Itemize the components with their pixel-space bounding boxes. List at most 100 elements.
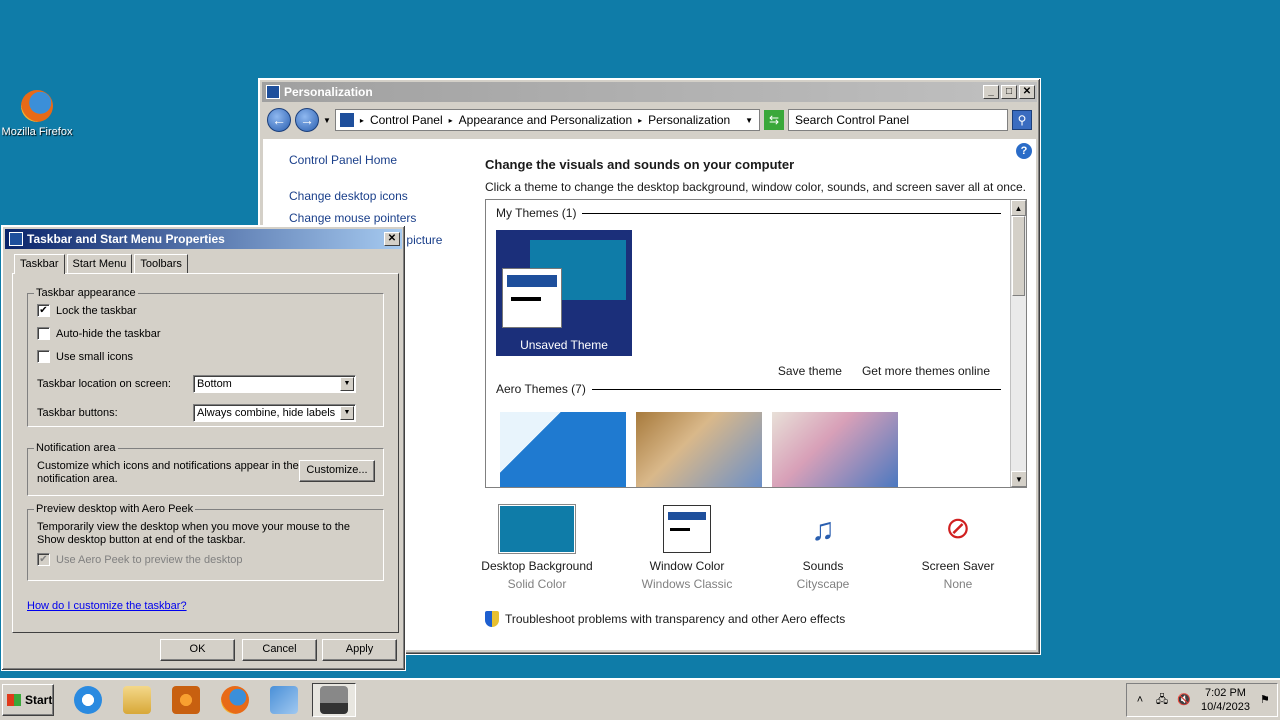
system-tray: ˄ 🖧 🔇 7:02 PM 10/4/2023 ⚑: [1126, 683, 1278, 717]
control-panel-icon: [270, 686, 298, 714]
personalization-titlebar[interactable]: Personalization _ □ ✕: [262, 82, 1037, 102]
save-theme-link[interactable]: Save theme: [778, 364, 842, 378]
sounds-item[interactable]: ♫ Sounds Cityscape: [757, 505, 889, 591]
buttons-select[interactable]: Always combine, hide labels ▼: [193, 404, 356, 422]
screen-saver-item[interactable]: ⊘ Screen Saver None: [892, 505, 1024, 591]
theme-list: My Themes (1) Unsaved Theme Save theme G…: [485, 199, 1027, 488]
tab-taskbar[interactable]: Taskbar: [14, 254, 65, 274]
maximize-button[interactable]: □: [1001, 85, 1017, 99]
close-button[interactable]: ✕: [1019, 85, 1035, 99]
close-button[interactable]: ✕: [384, 232, 400, 246]
desktop-background-icon: [498, 504, 576, 554]
buttons-label: Taskbar buttons:: [37, 407, 118, 419]
taskbar-app-ie[interactable]: [66, 683, 110, 717]
window-title: Personalization: [284, 85, 373, 99]
clock[interactable]: 7:02 PM 10/4/2023: [1201, 686, 1250, 714]
scrollbar-thumb[interactable]: [1012, 216, 1025, 296]
address-dropdown-icon[interactable]: ▼: [745, 116, 753, 125]
chevron-right-icon[interactable]: ▸: [638, 116, 642, 125]
start-label: Start: [25, 693, 53, 707]
forward-button[interactable]: →: [295, 108, 319, 132]
theme-list-scrollbar[interactable]: ▲ ▼: [1010, 200, 1026, 487]
breadcrumb-item[interactable]: Personalization: [648, 113, 730, 127]
autohide-label: Auto-hide the taskbar: [56, 327, 161, 340]
taskbar-properties-dialog: Taskbar and Start Menu Properties ✕ Task…: [1, 225, 406, 671]
minimize-button[interactable]: _: [983, 85, 999, 99]
chevron-right-icon[interactable]: ▸: [449, 116, 453, 125]
chevron-right-icon[interactable]: ▸: [360, 116, 364, 125]
breadcrumb-item[interactable]: Control Panel: [370, 113, 443, 127]
tab-start-menu[interactable]: Start Menu: [66, 254, 133, 274]
autohide-row[interactable]: Auto-hide the taskbar: [37, 327, 161, 340]
tab-toolbars[interactable]: Toolbars: [134, 254, 188, 274]
customize-button[interactable]: Customize...: [299, 460, 375, 482]
dialog-titlebar[interactable]: Taskbar and Start Menu Properties ✕: [5, 229, 402, 249]
get-more-themes-link[interactable]: Get more themes online: [862, 364, 990, 378]
personalization-window-icon: [266, 85, 280, 99]
location-select[interactable]: Bottom ▼: [193, 375, 356, 393]
desktop-icon-firefox[interactable]: Mozilla Firefox: [0, 90, 74, 138]
troubleshoot-link-row[interactable]: Troubleshoot problems with transparency …: [485, 611, 845, 627]
start-button[interactable]: Start: [2, 684, 54, 716]
taskbar-app-media-player[interactable]: [164, 683, 208, 717]
action-center-icon[interactable]: ⚑: [1258, 693, 1272, 707]
window-color-item[interactable]: Window Color Windows Classic: [621, 505, 753, 591]
search-input[interactable]: Search Control Panel: [788, 109, 1008, 131]
aero-peek-checkbox: ✔: [37, 553, 50, 566]
control-panel-home-link[interactable]: Control Panel Home: [289, 153, 442, 167]
taskbar-appearance-legend: Taskbar appearance: [36, 287, 136, 299]
taskbar-app-explorer[interactable]: [115, 683, 159, 717]
shield-icon: [485, 611, 499, 627]
troubleshoot-link[interactable]: Troubleshoot problems with transparency …: [505, 612, 845, 626]
sounds-label: Sounds: [802, 559, 844, 573]
taskbar-properties-icon: [320, 686, 348, 714]
chevron-up-icon[interactable]: ˄: [1133, 693, 1147, 707]
search-icon[interactable]: ⚲: [1012, 110, 1032, 130]
page-title: Change the visuals and sounds on your co…: [485, 157, 795, 172]
back-button[interactable]: ←: [267, 108, 291, 132]
autohide-checkbox[interactable]: [37, 327, 50, 340]
breadcrumb-item[interactable]: Appearance and Personalization: [459, 113, 632, 127]
chevron-down-icon[interactable]: ▼: [340, 377, 354, 391]
scroll-down-icon[interactable]: ▼: [1011, 471, 1026, 487]
change-mouse-pointers-link[interactable]: Change mouse pointers: [289, 211, 442, 225]
refresh-icon[interactable]: ⇆: [764, 110, 784, 130]
control-panel-icon: [339, 113, 354, 127]
clock-date: 10/4/2023: [1201, 701, 1250, 713]
lock-taskbar-row[interactable]: ✔ Lock the taskbar: [37, 304, 137, 317]
taskbar-app-taskbar-properties[interactable]: [312, 683, 356, 717]
taskbar-app-firefox[interactable]: [213, 683, 257, 717]
volume-muted-icon[interactable]: 🔇: [1177, 693, 1191, 707]
clock-time: 7:02 PM: [1204, 687, 1246, 699]
chevron-down-icon[interactable]: ▼: [340, 406, 354, 420]
screen-saver-icon: ⊘: [945, 512, 971, 545]
scroll-up-icon[interactable]: ▲: [1011, 200, 1026, 216]
aero-theme-tile[interactable]: [500, 412, 626, 487]
small-icons-checkbox[interactable]: [37, 350, 50, 363]
address-box[interactable]: ▸ Control Panel ▸ Appearance and Persona…: [334, 109, 760, 131]
ok-button[interactable]: OK: [160, 639, 235, 661]
recent-pages-chevron-icon[interactable]: ▼: [323, 116, 331, 125]
aero-theme-tile[interactable]: [772, 412, 898, 487]
cancel-button[interactable]: Cancel: [242, 639, 317, 661]
my-themes-header: My Themes (1): [496, 206, 1001, 220]
network-icon[interactable]: 🖧: [1155, 693, 1169, 707]
aero-theme-tile[interactable]: [636, 412, 762, 487]
media-player-icon: [172, 686, 200, 714]
help-link[interactable]: How do I customize the taskbar?: [27, 600, 187, 612]
desktop-background-label: Desktop Background: [481, 559, 593, 573]
page-subtitle: Click a theme to change the desktop back…: [485, 180, 1026, 194]
taskbar-app-control-panel[interactable]: [262, 683, 306, 717]
change-desktop-icons-link[interactable]: Change desktop icons: [289, 189, 442, 203]
desktop-background-item[interactable]: Desktop Background Solid Color: [471, 504, 603, 591]
address-bar-row: ← → ▼ ▸ Control Panel ▸ Appearance and P…: [263, 105, 1036, 135]
lock-taskbar-checkbox[interactable]: ✔: [37, 304, 50, 317]
unsaved-theme-tile[interactable]: Unsaved Theme: [496, 230, 632, 356]
small-icons-row[interactable]: Use small icons: [37, 350, 133, 363]
apply-button[interactable]: Apply: [322, 639, 397, 661]
lock-taskbar-label: Lock the taskbar: [56, 304, 137, 317]
sounds-value: Cityscape: [796, 577, 850, 591]
theme-links: Save theme Get more themes online: [778, 364, 990, 378]
help-icon[interactable]: ?: [1016, 143, 1032, 159]
location-label: Taskbar location on screen:: [37, 378, 171, 390]
